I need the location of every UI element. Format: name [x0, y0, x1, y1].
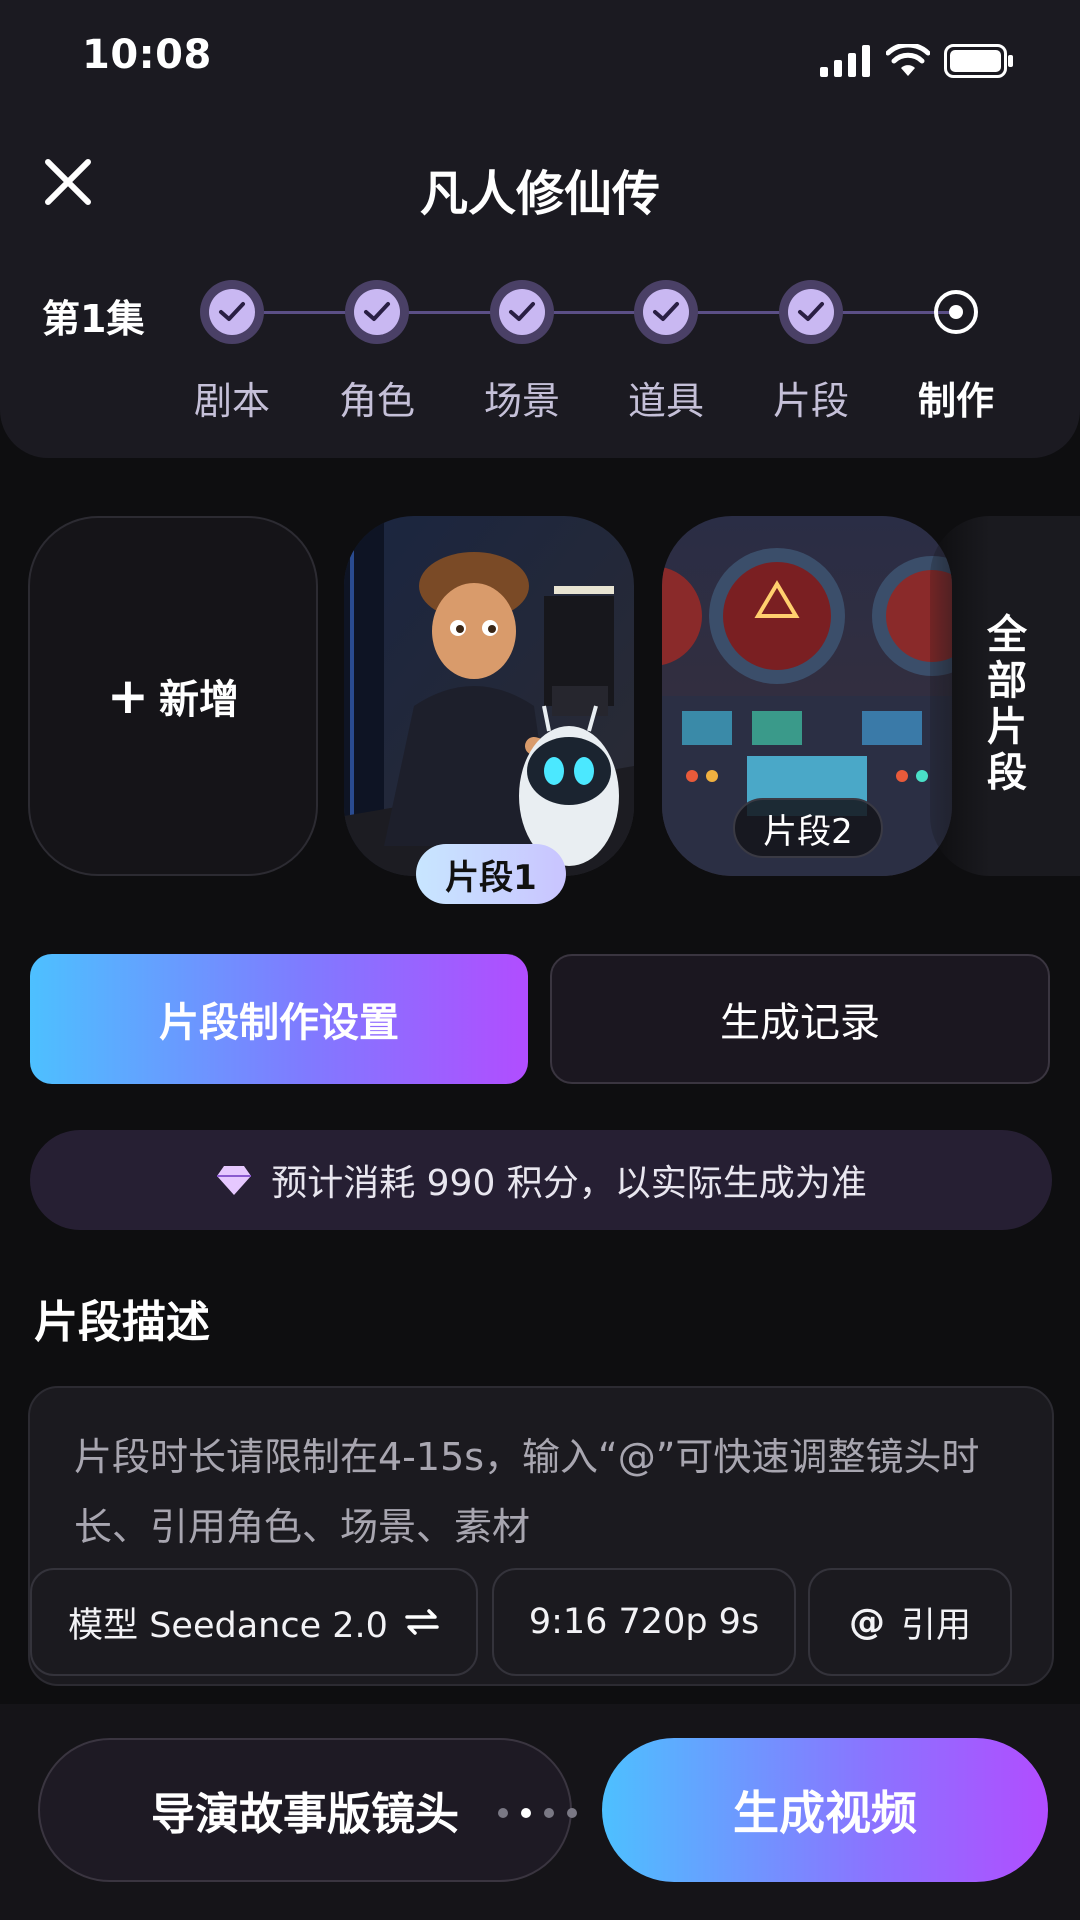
pager-dot	[544, 1808, 554, 1818]
pager-dot	[498, 1808, 508, 1818]
step-production[interactable]: 制作	[881, 280, 1031, 425]
diamond-icon	[217, 1166, 252, 1195]
reference-label: 引用	[900, 1605, 971, 1646]
director-storyboard-button[interactable]: 导演故事版镜头	[38, 1738, 572, 1882]
radio-dot-icon	[949, 305, 963, 319]
tab-clip-settings[interactable]: 片段制作设置	[30, 954, 528, 1084]
step-label: 制作	[917, 379, 994, 423]
add-clip-label: 新增	[158, 677, 239, 723]
at-icon: @	[848, 1601, 885, 1643]
reference-button[interactable]: @ 引用	[808, 1568, 1012, 1676]
step-done-dot	[779, 280, 843, 344]
step-props[interactable]: 道具	[591, 280, 741, 425]
plus-icon: +	[107, 667, 149, 725]
step-clips[interactable]: 片段	[736, 280, 886, 425]
pager-dots	[498, 1808, 577, 1818]
step-scenes[interactable]: 场景	[447, 280, 597, 425]
check-icon	[509, 302, 535, 321]
clip-1-image	[344, 516, 634, 876]
step-label: 片段	[772, 379, 849, 423]
pager-dot-active	[521, 1808, 531, 1818]
all-clips-label: 全部片段	[987, 612, 1027, 796]
status-icons	[820, 44, 1014, 78]
step-done-dot	[490, 280, 554, 344]
check-icon	[219, 302, 245, 321]
step-characters[interactable]: 角色	[302, 280, 452, 425]
check-icon	[798, 302, 824, 321]
clip-thumbnail-1[interactable]	[344, 516, 634, 876]
battery-icon	[944, 44, 1013, 78]
video-spec-selector[interactable]: 9:16 720p 9s	[492, 1568, 796, 1676]
signal-icon	[820, 45, 870, 77]
step-label: 场景	[483, 379, 560, 423]
tab-generation-history[interactable]: 生成记录	[550, 954, 1050, 1084]
check-icon	[364, 302, 390, 321]
step-label: 剧本	[193, 379, 270, 423]
page-title: 凡人修仙传	[419, 166, 660, 222]
step-done-dot	[634, 280, 698, 344]
status-time: 10:08	[82, 32, 212, 78]
cost-estimate-text: 预计消耗 990 积分，以实际生成为准	[271, 1163, 867, 1204]
episode-label: 第1集	[42, 297, 145, 341]
wifi-icon	[886, 44, 930, 76]
pager-dot	[567, 1808, 577, 1818]
model-label: 模型 Seedance 2.0	[68, 1605, 388, 1646]
step-done-dot	[345, 280, 409, 344]
clip-1-badge: 片段1	[416, 844, 566, 904]
clip-description-title: 片段描述	[34, 1297, 210, 1348]
step-current-dot	[924, 280, 988, 344]
generate-video-button[interactable]: 生成视频	[602, 1738, 1048, 1882]
step-label: 道具	[627, 379, 704, 423]
swap-icon	[405, 1609, 439, 1635]
cost-estimate-banner: 预计消耗 990 积分，以实际生成为准	[30, 1130, 1052, 1230]
step-label: 角色	[338, 379, 415, 423]
step-script[interactable]: 剧本	[157, 280, 307, 425]
clip-2-badge: 片段2	[733, 798, 883, 858]
check-icon	[653, 302, 679, 321]
model-selector[interactable]: 模型 Seedance 2.0	[30, 1568, 478, 1676]
description-placeholder: 片段时长请限制在4-15s，输入“@”可快速调整镜头时长、引用角色、场景、素材	[74, 1435, 980, 1549]
add-clip-button[interactable]: + 新增	[28, 516, 318, 876]
status-bar: 10:08	[0, 0, 1080, 120]
step-done-dot	[200, 280, 264, 344]
